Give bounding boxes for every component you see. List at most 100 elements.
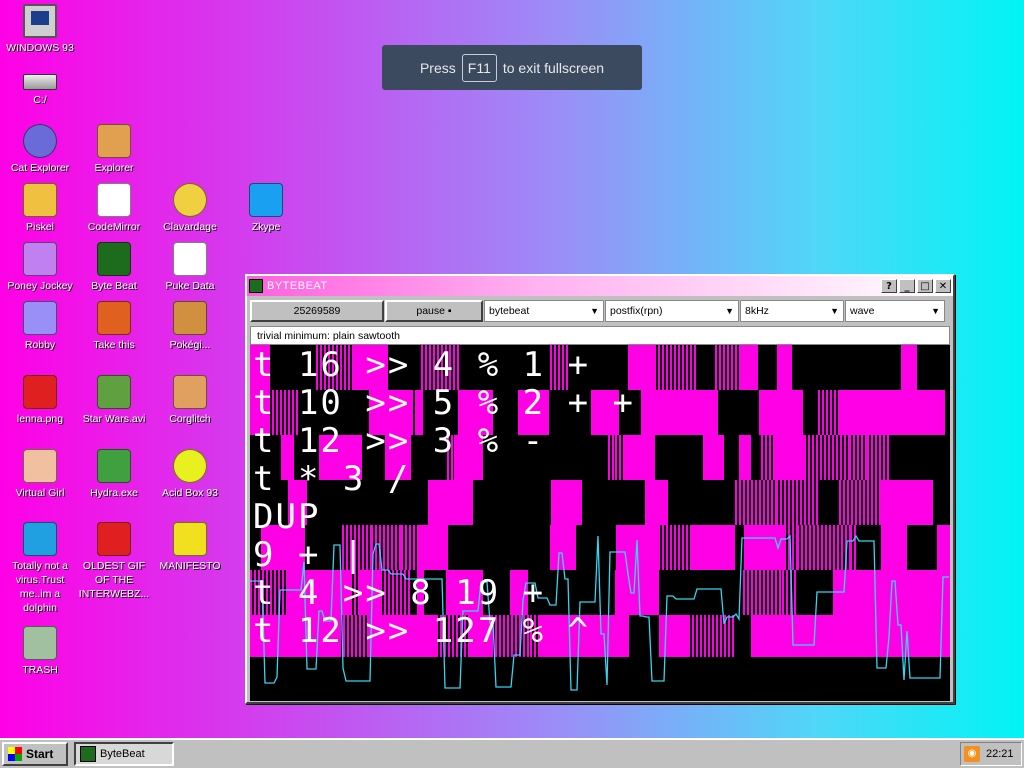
code-line: t 4 >> 8 19 + (253, 573, 546, 613)
viz-stripe (704, 615, 706, 660)
desktop-icon-pony[interactable]: Poney Jockey (2, 242, 78, 293)
samplerate-select[interactable]: 8kHz ▼ (740, 300, 844, 322)
viz-stripe (825, 525, 827, 570)
minimize-button[interactable]: _ (899, 279, 915, 293)
viz-block (937, 525, 950, 570)
mode-select[interactable]: bytebeat ▼ (484, 300, 604, 322)
viz-stripe (883, 435, 885, 480)
rss-icon[interactable]: ◉ (964, 746, 980, 762)
desktop-icon-dolphin[interactable]: Totally not a virus.Trust me..im a dolph… (2, 522, 78, 615)
viz-stripe (743, 570, 745, 615)
desktop-icon-virtual-girl[interactable]: Virtual Girl (2, 449, 78, 500)
viz-stripe (801, 525, 803, 570)
desktop-icon-drive[interactable]: C:/ (2, 64, 78, 107)
desktop-icon-label: WINDOWS 93 (6, 42, 74, 54)
syntax-select[interactable]: postfix(rpn) ▼ (605, 300, 739, 322)
code-editor[interactable]: t 16 >> 4 % 1 + t 10 >> 5 % 2 + + t 12 >> … (253, 346, 635, 650)
fullscreen-toast: Press F11 to exit fullscreen (382, 45, 642, 90)
maximize-button[interactable]: □ (917, 279, 933, 293)
viz-stripe (875, 435, 877, 480)
viz-stripe (751, 570, 753, 615)
start-button[interactable]: Start (2, 742, 68, 766)
desktop-icon-zkype[interactable]: Zkype (228, 183, 304, 234)
viz-block (785, 615, 812, 660)
window-title: BYTEBEAT (267, 280, 328, 292)
clock: 22:21 (986, 748, 1014, 760)
take-this-icon (97, 301, 131, 335)
viz-stripe (654, 345, 656, 390)
viz-stripe (855, 480, 857, 525)
time-counter-button[interactable]: 25269589 (250, 300, 384, 322)
window-titlebar[interactable]: BYTEBEAT ? _ □ ✕ (247, 276, 953, 296)
viz-stripe (759, 480, 761, 525)
viz-stripe (690, 345, 692, 390)
desktop-icon-computer[interactable]: WINDOWS 93 (2, 4, 78, 55)
viz-block (675, 390, 685, 435)
desktop-icon-yoda[interactable]: Star Wars.avi (76, 375, 152, 426)
desktop-icon-acid-smiley[interactable]: Acid Box 93 (152, 449, 228, 500)
viz-stripe (841, 525, 843, 570)
viz-block (759, 390, 803, 435)
viz-stripe (715, 345, 717, 390)
viz-stripe (765, 435, 767, 480)
desktop-icon-label: TRASH (22, 664, 58, 676)
viz-stripe (727, 345, 729, 390)
desktop-icon-bytebeat[interactable]: Byte Beat (76, 242, 152, 293)
desktop-icon-label: lenna.png (16, 413, 64, 425)
viz-block (645, 480, 668, 525)
syntax-value: postfix(rpn) (610, 305, 663, 317)
taskbar-item-bytebeat[interactable]: ByteBeat (74, 742, 174, 766)
desktop-icon-label: Pokégi... (169, 339, 211, 351)
code-line: t * 3 / (253, 459, 411, 499)
desktop-icon-palette[interactable]: Piskel (2, 183, 78, 234)
bytebeat-visualizer[interactable]: t 16 >> 4 % 1 + t 10 >> 5 % 2 + + t 12 >> … (250, 345, 950, 701)
viz-stripe (686, 525, 688, 570)
viz-stripe (800, 480, 802, 525)
desktop: Press F11 to exit fullscreen WINDOWS 93 C… (0, 0, 1024, 738)
help-button[interactable]: ? (881, 279, 897, 293)
drive-icon (23, 74, 57, 90)
viz-stripe (747, 570, 749, 615)
view-value: wave (850, 305, 875, 317)
desktop-icon-image-file[interactable]: lenna.png (2, 375, 78, 426)
viz-block (692, 525, 735, 570)
pause-button[interactable]: pause ▪ (385, 300, 483, 322)
viz-stripe (797, 525, 799, 570)
desktop-icon-puredata[interactable]: Puke Data (152, 242, 228, 293)
viz-stripe (732, 615, 734, 660)
desktop-icon-gif-file[interactable]: OLDEST GIF OF THE INTERWEBZ... (76, 522, 152, 601)
chevron-down-icon: ▼ (931, 306, 940, 316)
viz-stripe (834, 390, 836, 435)
desktop-icon-take-this[interactable]: Take this (76, 301, 152, 352)
viz-stripe (816, 480, 818, 525)
desktop-icon-label: Byte Beat (91, 280, 137, 292)
desktop-icon-hydra[interactable]: Hydra.exe (76, 449, 152, 500)
viz-stripe (822, 390, 824, 435)
desktop-icon-question[interactable]: MANIFESTO (152, 522, 228, 573)
chevron-down-icon: ▼ (725, 306, 734, 316)
desktop-icon-pokegifts[interactable]: Pokégi... (152, 301, 228, 352)
close-button[interactable]: ✕ (935, 279, 951, 293)
mode-value: bytebeat (489, 305, 530, 317)
desktop-icon-robby[interactable]: Robby (2, 301, 78, 352)
desktop-icon-chat[interactable]: Clavardage (152, 183, 228, 234)
desktop-icon-trash[interactable]: TRASH (2, 626, 78, 677)
desktop-icon-label: MANIFESTO (159, 560, 221, 572)
viz-stripe (813, 525, 815, 570)
code-line: DUP (253, 497, 321, 537)
formula-description[interactable]: trivial minimum: plain sawtooth (250, 326, 950, 345)
desktop-icon-label: Poney Jockey (7, 280, 73, 292)
viz-stripe (678, 345, 680, 390)
desktop-icon-explorer[interactable]: Explorer (76, 124, 152, 175)
view-select[interactable]: wave ▼ (845, 300, 945, 322)
viz-stripe (782, 570, 784, 615)
viz-bottom-band (250, 657, 950, 701)
desktop-icon-codemirror[interactable]: CodeMirror (76, 183, 152, 234)
desktop-icon-cat-explorer[interactable]: Cat Explorer (2, 124, 78, 175)
viz-stripe (796, 480, 798, 525)
viz-stripe (776, 480, 778, 525)
desktop-icon-corgi[interactable]: Corglitch (152, 375, 228, 426)
viz-stripe (694, 345, 696, 390)
palette-icon (23, 183, 57, 217)
bytebeat-window[interactable]: BYTEBEAT ? _ □ ✕ 25269589 pause ▪ bytebe… (245, 274, 955, 704)
